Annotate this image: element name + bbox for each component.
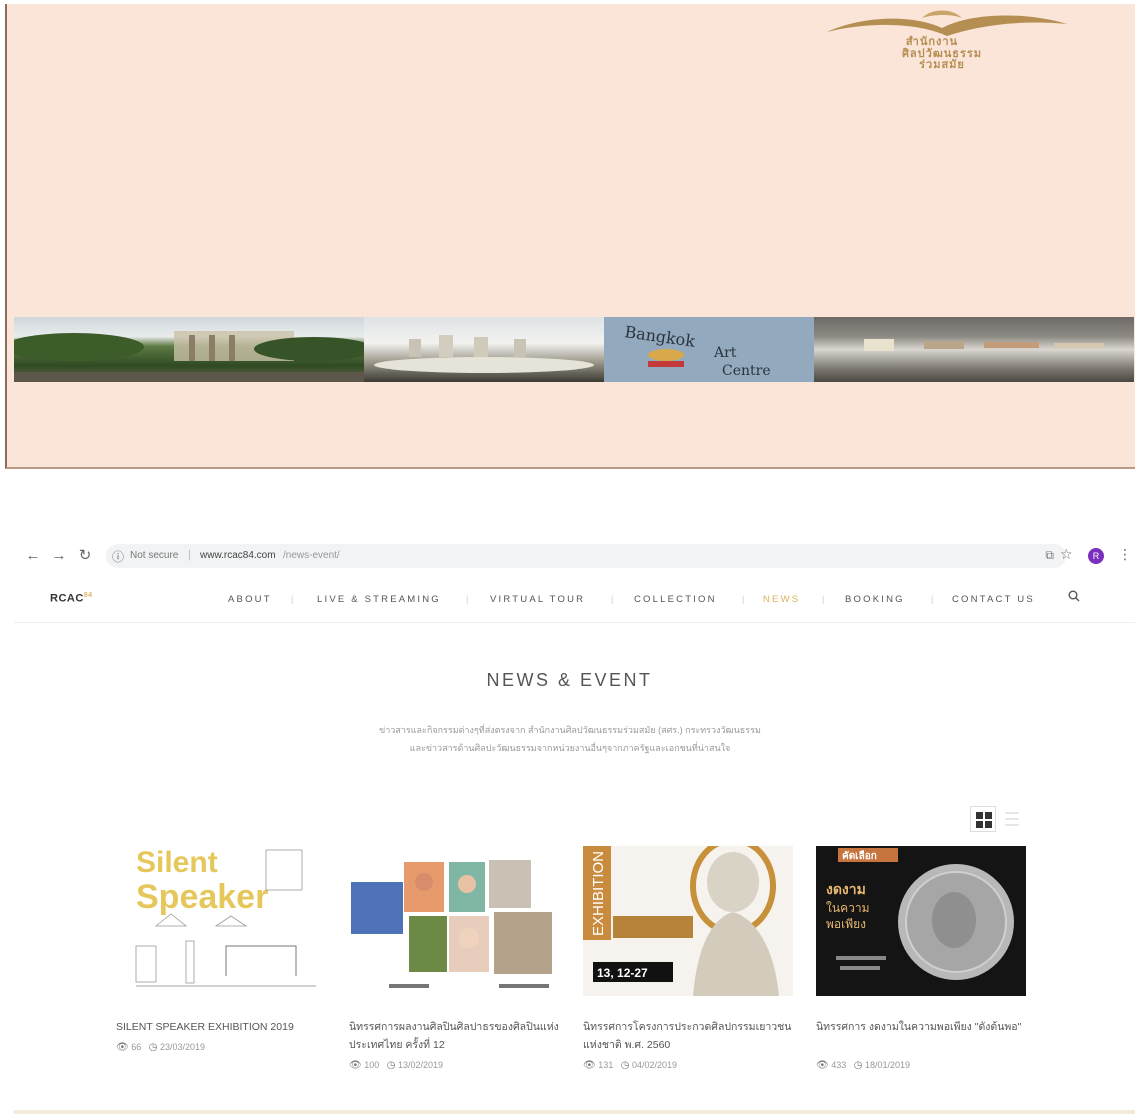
brand-sup: 84: [83, 592, 93, 599]
card-views: 66: [131, 1042, 142, 1052]
info-icon[interactable]: ⓘ: [112, 548, 124, 565]
thumb-text: งดงาม: [826, 882, 866, 898]
menu-booking[interactable]: BOOKING: [845, 594, 905, 605]
card-title[interactable]: SILENT SPEAKER EXHIBITION 2019: [116, 1018, 326, 1036]
card-views: 131: [598, 1060, 614, 1070]
footer-divider: [14, 1110, 1135, 1114]
svg-text:Centre: Centre: [722, 363, 771, 379]
logo-emblem-icon: [827, 10, 1067, 36]
photo-strip: Bangkok Art Centre: [14, 317, 1134, 382]
building-trees-photo: [14, 317, 364, 382]
card-date: 04/02/2019: [632, 1060, 678, 1070]
menu-virtual-tour[interactable]: VIRTUAL TOUR: [490, 594, 585, 605]
security-label: Not secure: [130, 550, 179, 561]
svg-text:Art: Art: [713, 345, 737, 361]
menu-news[interactable]: NEWS: [763, 594, 800, 605]
card-thumbnail[interactable]: [349, 846, 559, 996]
menu-about[interactable]: ABOUT: [228, 594, 272, 605]
card-thumbnail[interactable]: คัดเลือก งดงาม ในความ พอเพียง: [816, 846, 1026, 996]
card-thumbnail[interactable]: EXHIBITION 13, 12-27: [583, 846, 793, 996]
thumb-text: EXHIBITION: [590, 851, 607, 936]
profile-avatar[interactable]: R: [1088, 548, 1104, 564]
card-date: 23/03/2019: [160, 1042, 206, 1052]
page-title: NEWS & EVENT: [486, 670, 653, 690]
card-meta: 👁 100 ◷ 13/02/2019: [349, 1060, 443, 1071]
menu-collection[interactable]: COLLECTION: [634, 594, 717, 605]
url-domain: www.rcac84.com: [200, 550, 276, 561]
card-views: 100: [364, 1060, 380, 1070]
url-separator: |: [188, 549, 191, 561]
gallery-interior-photo: [814, 317, 1134, 382]
card-thumbnail[interactable]: Silent Speaker: [116, 846, 326, 996]
eye-icon: 👁: [583, 1060, 596, 1071]
plaza-monument-photo: [364, 317, 604, 382]
thumb-text: คัดเลือก: [842, 850, 877, 862]
svg-text:Bangkok: Bangkok: [623, 322, 696, 351]
list-view-icon[interactable]: [1003, 808, 1023, 830]
menu-separator: |: [611, 594, 614, 604]
browser-window: ← → ↻ ⓘ Not secure | www.rcac84.com /new…: [14, 540, 1135, 1114]
eye-icon: 👁: [816, 1060, 829, 1071]
logo-line-3: ร่วมสมัย: [919, 58, 965, 71]
kebab-icon[interactable]: ⋮: [1118, 546, 1132, 563]
clock-icon: ◷: [620, 1060, 630, 1071]
translate-icon[interactable]: ⧉: [1045, 548, 1054, 563]
card-views: 433: [831, 1060, 847, 1070]
site-header: RCAC84 ABOUT | LIVE & STREAMING | VIRTUA…: [14, 578, 1135, 623]
art-centre-sign-photo: Bangkok Art Centre: [604, 317, 814, 382]
card-meta: 👁 131 ◷ 04/02/2019: [583, 1060, 677, 1071]
search-icon[interactable]: [1068, 590, 1080, 605]
banner-panel: สำนักงาน ศิลปวัฒนธรรม ร่วมสมัย Bangkok A…: [5, 4, 1135, 469]
card-date: 18/01/2019: [865, 1060, 911, 1070]
menu-separator: |: [931, 594, 934, 604]
thumb-text: ในความ: [826, 901, 869, 915]
site-brand[interactable]: RCAC84: [50, 592, 93, 605]
thumb-text: พอเพียง: [826, 917, 866, 931]
brand-text: RCAC: [50, 592, 84, 605]
grid-view-icon[interactable]: [970, 806, 996, 832]
card-title[interactable]: นิทรรศการโครงการประกวดศิลปกรรมเยาวชนแห่ง…: [583, 1018, 793, 1054]
card-title[interactable]: นิทรรศการผลงานศิลปินศิลปาธรของศิลปินแห่ง…: [349, 1018, 559, 1054]
address-bar[interactable]: ⓘ Not secure | www.rcac84.com /news-even…: [106, 544, 1066, 568]
intro-line-2: และข่าวสารด้านศิลปะวัฒนธรรมจากหน่วยงานอื…: [409, 743, 731, 753]
clock-icon: ◷: [386, 1060, 396, 1071]
card-date: 13/02/2019: [398, 1060, 444, 1070]
thumb-text: 13, 12-27: [597, 966, 648, 980]
card-title[interactable]: นิทรรศการ งดงามในความพอเพียง "ดังต้นพอ": [816, 1018, 1026, 1036]
page-intro: ข่าวสารและกิจกรรมต่างๆที่ส่งตรงจาก สำนัก…: [314, 721, 826, 757]
clock-icon: ◷: [853, 1060, 863, 1071]
forward-icon[interactable]: →: [50, 547, 68, 565]
menu-separator: |: [742, 594, 745, 604]
menu-live-streaming[interactable]: LIVE & STREAMING: [317, 594, 441, 605]
eye-icon: 👁: [116, 1042, 129, 1053]
clock-icon: ◷: [148, 1042, 158, 1053]
back-icon[interactable]: ←: [24, 547, 42, 565]
card-meta: 👁 66 ◷ 23/03/2019: [116, 1042, 205, 1053]
rcac-logo: สำนักงาน ศิลปวัฒนธรรม ร่วมสมัย: [822, 6, 1072, 71]
thumb-text: Silent: [136, 846, 218, 879]
thumb-text: Speaker: [136, 878, 268, 916]
menu-separator: |: [466, 594, 469, 604]
menu-contact-us[interactable]: CONTACT US: [952, 594, 1035, 605]
star-icon[interactable]: ☆: [1060, 546, 1073, 563]
reload-icon[interactable]: ↻: [76, 547, 94, 565]
menu-separator: |: [822, 594, 825, 604]
browser-toolbar: ← → ↻ ⓘ Not secure | www.rcac84.com /new…: [14, 540, 1135, 572]
url-path: /news-event/: [283, 550, 340, 561]
card-meta: 👁 433 ◷ 18/01/2019: [816, 1060, 910, 1071]
eye-icon: 👁: [349, 1060, 362, 1071]
intro-line-1: ข่าวสารและกิจกรรมต่างๆที่ส่งตรงจาก สำนัก…: [379, 725, 761, 735]
menu-separator: |: [291, 594, 294, 604]
